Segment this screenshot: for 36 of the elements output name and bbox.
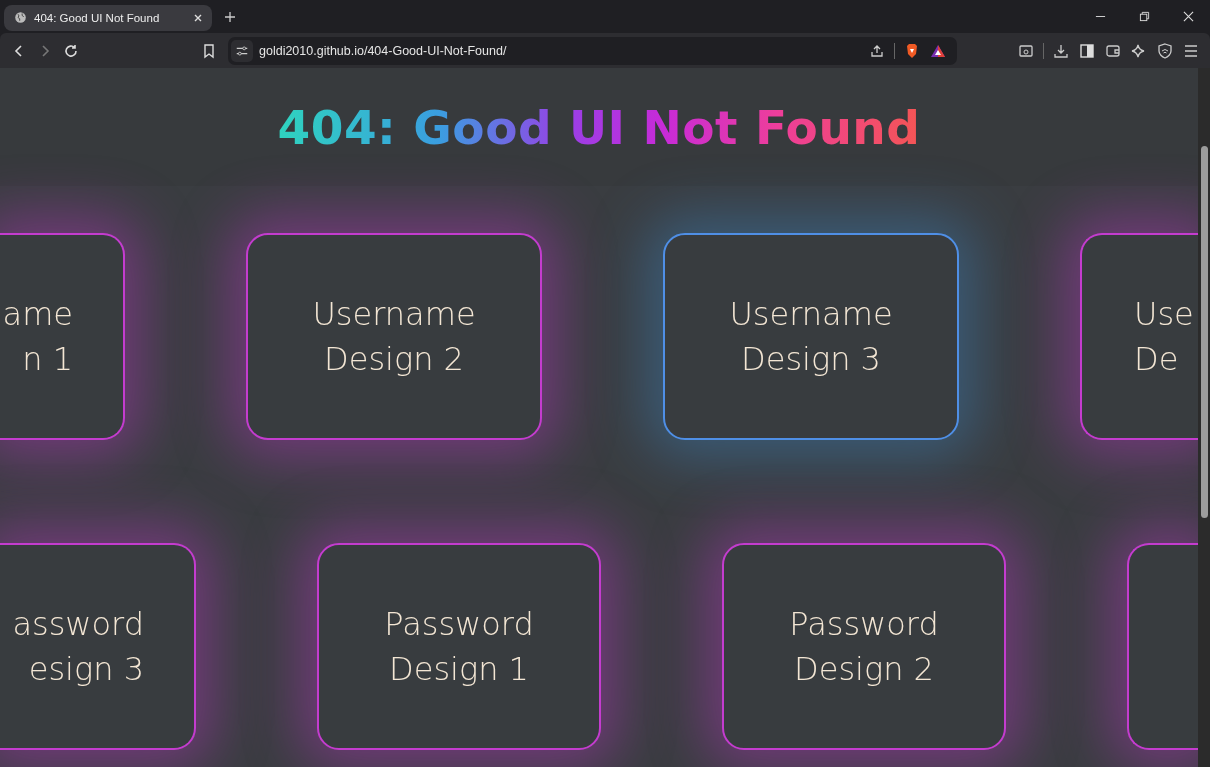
card-label: Use De: [1134, 293, 1194, 380]
restore-icon[interactable]: [1139, 11, 1150, 22]
design-card[interactable]: ame n 1: [0, 233, 125, 440]
design-card[interactable]: Use De: [1080, 233, 1198, 440]
sidebar-icon[interactable]: [1079, 42, 1095, 59]
new-tab-icon[interactable]: [224, 10, 236, 23]
tab-title: 404: Good UI Not Found: [34, 11, 161, 24]
design-card[interactable]: Password Design 1: [317, 543, 601, 750]
scrollbar[interactable]: [1198, 68, 1210, 767]
design-card[interactable]: Username Design 2: [246, 233, 542, 440]
bookmark-icon[interactable]: [201, 42, 217, 59]
sparkle-icon[interactable]: [1131, 42, 1147, 59]
site-settings-icon[interactable]: [231, 39, 253, 62]
lion-shield-icon[interactable]: [904, 42, 920, 59]
card-label: Username Design 2: [312, 293, 476, 380]
design-card[interactable]: assword esign 3: [0, 543, 196, 750]
url-text: goldi2010.github.io/404-Good-UI-Not-Found/: [259, 43, 508, 58]
card-label: Username Design 3: [729, 293, 893, 380]
browser-tab[interactable]: 404: Good UI Not Found: [4, 4, 212, 31]
card-label: assword esign 3: [12, 603, 144, 690]
card-label: Password Design 2: [789, 603, 939, 690]
card-label: ame n 1: [2, 293, 73, 380]
design-card[interactable]: Username Design 3: [663, 233, 959, 440]
card-label: Password Design 1: [384, 603, 534, 690]
reload-icon[interactable]: [63, 42, 79, 59]
address-bar[interactable]: goldi2010.github.io/404-Good-UI-Not-Found/: [228, 36, 957, 65]
close-icon[interactable]: [1183, 11, 1194, 22]
download-icon[interactable]: [1053, 42, 1069, 59]
search-window-icon[interactable]: [1018, 42, 1034, 59]
globe-icon: [14, 11, 27, 24]
design-card[interactable]: Password Design 2: [722, 543, 1006, 750]
wallet-icon[interactable]: [1105, 42, 1121, 59]
menu-icon[interactable]: [1183, 42, 1199, 59]
scrollbar-thumb[interactable]: [1200, 146, 1208, 518]
design-card[interactable]: [1127, 543, 1198, 750]
shield-icon[interactable]: [1157, 42, 1173, 59]
